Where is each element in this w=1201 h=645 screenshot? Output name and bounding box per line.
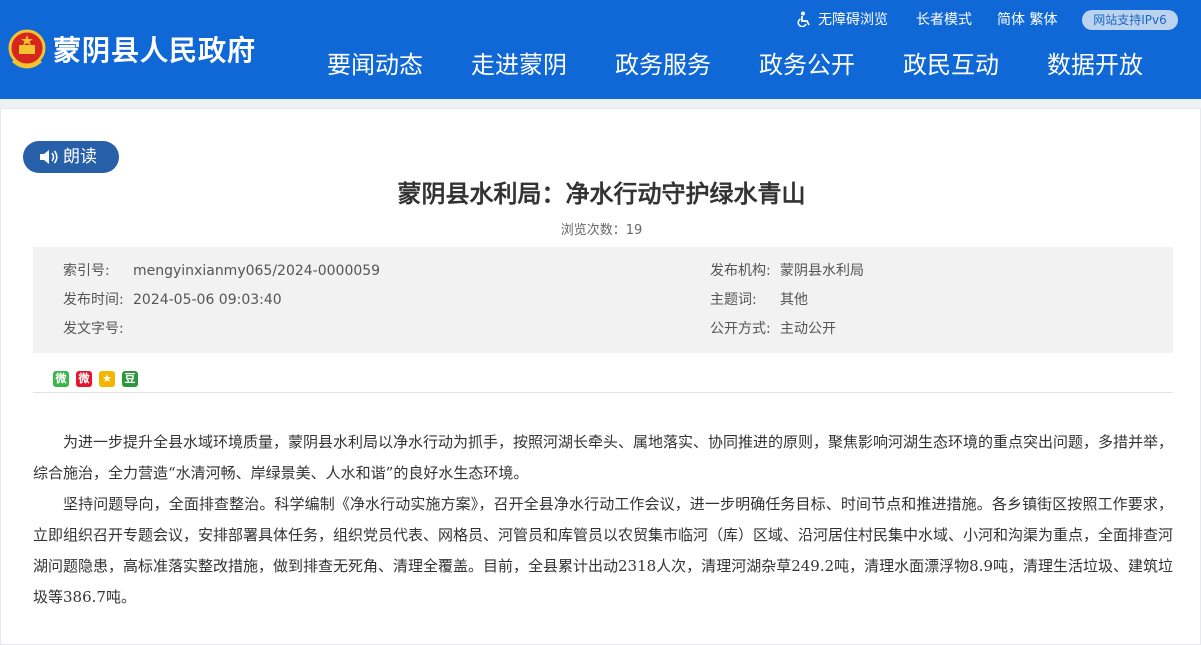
weibo-share-icon[interactable]: 微 (76, 371, 92, 387)
meta-date-label: 发布时间: (63, 292, 124, 308)
meta-publisher-value: 蒙阴县水利局 (780, 263, 864, 279)
meta-publisher-label: 发布机构: (710, 263, 771, 279)
article-meta-box: 索引号: mengyinxianmy065/2024-0000059 发布机构:… (33, 247, 1173, 353)
nav-item-about[interactable]: 走进蒙阴 (471, 48, 567, 82)
accessibility-link[interactable]: 无障碍浏览 (796, 10, 888, 30)
nav-item-open-data[interactable]: 数据开放 (1047, 48, 1143, 82)
douban-share-icon[interactable]: 豆 (122, 371, 138, 387)
view-count-value: 19 (625, 223, 643, 238)
read-aloud-label: 朗读 (63, 147, 97, 167)
meta-index-value: mengyinxianmy065/2024-0000059 (133, 263, 381, 279)
site-header: 蒙阴县人民政府 无障碍浏览 长者模式 简体 繁体 网站支持IPv6 要闻动态 走… (0, 0, 1201, 99)
article-title: 蒙阴县水利局：净水行动守护绿水青山 (397, 180, 806, 208)
language-switch: 简体 繁体 (997, 10, 1057, 30)
qzone-share-icon[interactable]: ★ (99, 371, 115, 387)
nav-item-disclosure[interactable]: 政务公开 (759, 48, 855, 82)
article-paragraph: 为进一步提升全县水域环境质量，蒙阴县水利局以净水行动为抓手，按照河湖长牵头、属地… (33, 433, 1174, 482)
elder-mode-link[interactable]: 长者模式 (916, 10, 972, 30)
accessibility-icon (797, 11, 810, 28)
view-count-label: 浏览次数： (560, 223, 626, 238)
meta-date-value: 2024-05-06 09:03:40 (133, 292, 282, 308)
speaker-icon (40, 150, 58, 164)
wechat-share-icon[interactable]: 微 (53, 371, 69, 387)
meta-doc-no-label: 发文字号: (63, 321, 124, 337)
national-emblem-icon[interactable] (7, 29, 47, 71)
article-body: 为进一步提升全县水域环境质量，蒙阴县水利局以净水行动为抓手，按照河湖长牵头、属地… (33, 427, 1173, 613)
meta-open-value: 主动公开 (780, 321, 836, 337)
accessibility-label: 无障碍浏览 (818, 12, 888, 28)
ipv6-badge: 网站支持IPv6 (1082, 10, 1178, 30)
divider (33, 392, 1173, 393)
article-container: 朗读 蒙阴县水利局：净水行动守护绿水青山 浏览次数：19 索引号: mengyi… (0, 108, 1201, 645)
nav-item-interaction[interactable]: 政民互动 (903, 48, 999, 82)
meta-index-label: 索引号: (63, 263, 110, 279)
lang-simplified-link[interactable]: 简体 (997, 12, 1025, 28)
nav-item-services[interactable]: 政务服务 (615, 48, 711, 82)
lang-traditional-link[interactable]: 繁体 (1029, 12, 1057, 28)
article-paragraph: 坚持问题导向，全面排查整治。科学编制《净水行动实施方案》，召开全县净水行动工作会… (33, 495, 1174, 606)
meta-open-label: 公开方式: (710, 321, 771, 337)
meta-topic-value: 其他 (780, 292, 808, 308)
read-aloud-button[interactable]: 朗读 (23, 141, 119, 173)
view-count: 浏览次数：19 (1, 222, 1201, 240)
nav-item-news[interactable]: 要闻动态 (327, 48, 423, 82)
site-title[interactable]: 蒙阴县人民政府 (53, 33, 256, 69)
meta-topic-label: 主题词: (710, 292, 757, 308)
